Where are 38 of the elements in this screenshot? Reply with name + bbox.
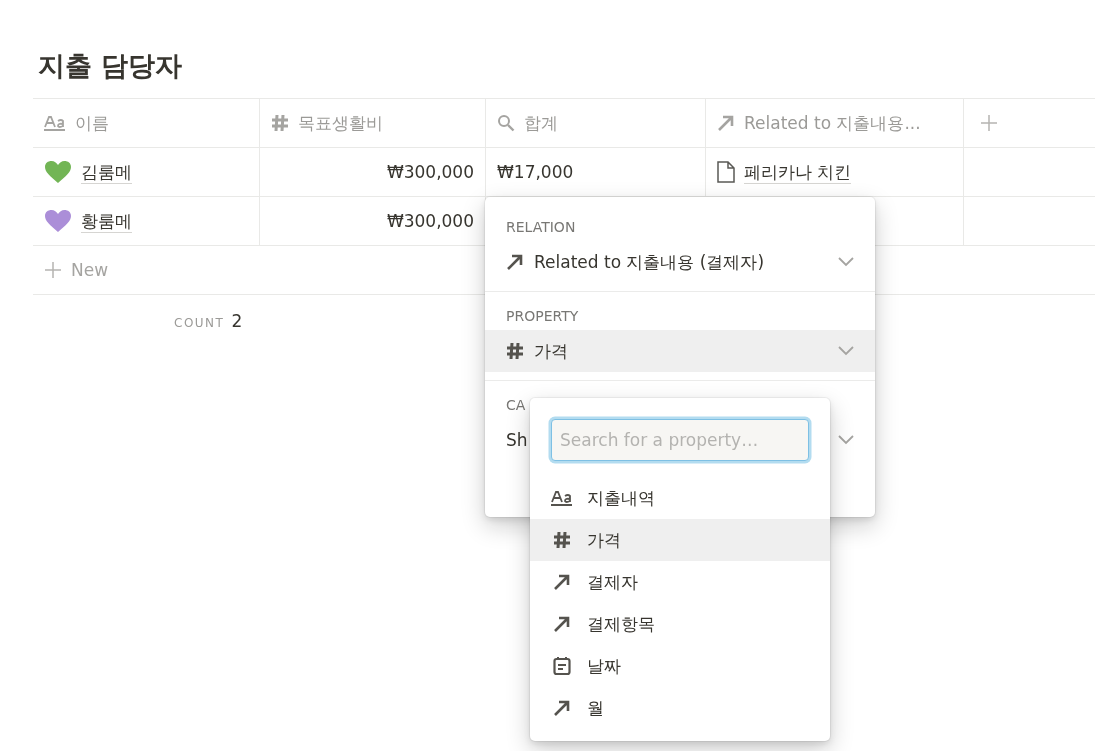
plus-icon: [44, 261, 62, 279]
document-icon: [717, 161, 735, 183]
page-link[interactable]: 페리카나 치킨: [744, 160, 852, 184]
property-option[interactable]: 지출내역: [530, 477, 830, 519]
property-option[interactable]: 결제항목: [530, 603, 830, 645]
calculation-value: 2: [231, 311, 243, 331]
hash-icon: [271, 114, 289, 132]
table-cell: ₩300,000: [260, 148, 486, 197]
property-option[interactable]: 결제자: [530, 561, 830, 603]
search-field[interactable]: Search for a property…: [551, 419, 809, 461]
search-icon: [497, 114, 515, 132]
section-heading: RELATION: [505, 218, 577, 237]
page-link[interactable]: 황룸메: [81, 209, 132, 233]
arrow-icon: [553, 699, 571, 717]
property-option[interactable]: 날짜: [530, 645, 830, 687]
arrow-icon: [506, 253, 524, 271]
property-option[interactable]: 가격: [530, 519, 830, 561]
calculation-label: COUNT: [174, 316, 225, 330]
property-option[interactable]: 월: [530, 687, 830, 729]
text-icon: [44, 115, 66, 131]
chevron-down-icon: [838, 435, 854, 445]
arrow-icon: [553, 573, 571, 591]
add-column-button[interactable]: [980, 114, 998, 132]
page-link[interactable]: 김룸메: [81, 160, 132, 184]
property-dropdown[interactable]: Related to 지출내용 (결제자): [485, 241, 875, 283]
page-title: 지출 담당자: [38, 49, 183, 83]
section-heading: CA: [505, 396, 527, 415]
text-icon: [551, 490, 573, 506]
plus-icon: [980, 114, 998, 132]
property-dropdown[interactable]: 가격: [485, 330, 875, 372]
arrow-icon: [553, 615, 571, 633]
chevron-down-icon: [838, 346, 854, 356]
calendar-icon: [553, 656, 571, 676]
hash-icon: [553, 531, 571, 549]
hash-icon: [506, 342, 524, 360]
arrow-icon: [717, 114, 735, 132]
section-heading: PROPERTY: [505, 307, 580, 326]
chevron-down-icon: [838, 257, 854, 267]
